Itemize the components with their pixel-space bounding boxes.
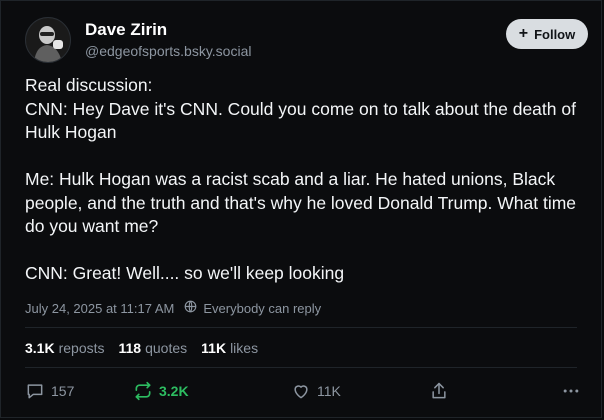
like-button[interactable]: 11K (291, 381, 411, 401)
post-header: Dave Zirin @edgeofsports.bsky.social (25, 17, 251, 63)
more-options-button[interactable] (557, 381, 587, 401)
repost-icon (135, 381, 151, 401)
likes-stat[interactable]: 11K likes (201, 340, 258, 356)
divider (25, 327, 577, 328)
reply-button[interactable]: 157 (25, 381, 115, 401)
post-line-cnn-question: CNN: Hey Dave it's CNN. Could you come o… (25, 98, 576, 143)
share-icon (432, 382, 446, 399)
repost-count: 3.2K (159, 383, 189, 399)
post-meta: July 24, 2025 at 11:17 AM Everybody can … (25, 300, 321, 316)
plus-icon: + (518, 25, 529, 42)
reply-visibility[interactable]: Everybody can reply (203, 301, 321, 316)
post-line-intro: Real discussion: (25, 75, 153, 95)
post-paragraph-cnn-reply: CNN: Great! Well.... so we'll keep looki… (25, 263, 345, 283)
reply-count: 157 (51, 383, 75, 399)
post-card: Dave Zirin @edgeofsports.bsky.social + F… (0, 0, 602, 418)
post-stats: 3.1K reposts 118 quotes 11K likes (25, 340, 272, 356)
reposts-stat[interactable]: 3.1K reposts (25, 340, 105, 356)
post-paragraph-me: Me: Hulk Hogan was a racist scab and a l… (25, 169, 577, 236)
post-text: Real discussion: CNN: Hey Dave it's CNN.… (25, 74, 585, 286)
post-actions: 157 3.2K 11K (25, 381, 587, 401)
repost-button[interactable]: 3.2K (133, 381, 273, 401)
post-timestamp[interactable]: July 24, 2025 at 11:17 AM (25, 301, 174, 316)
avatar[interactable] (25, 17, 71, 63)
more-icon (563, 389, 579, 393)
quotes-stat[interactable]: 118 quotes (119, 340, 188, 356)
heart-icon (294, 385, 308, 399)
avatar-image-icon (26, 18, 70, 62)
follow-button[interactable]: + Follow (506, 19, 588, 49)
reply-icon (27, 384, 43, 399)
divider (25, 367, 577, 368)
like-count: 11K (317, 383, 341, 399)
share-button[interactable] (429, 381, 539, 401)
author-handle[interactable]: @edgeofsports.bsky.social (85, 42, 251, 60)
author-display-name[interactable]: Dave Zirin (85, 20, 251, 40)
globe-icon (184, 300, 197, 316)
author-names: Dave Zirin @edgeofsports.bsky.social (85, 20, 251, 60)
follow-button-label: Follow (534, 26, 576, 42)
